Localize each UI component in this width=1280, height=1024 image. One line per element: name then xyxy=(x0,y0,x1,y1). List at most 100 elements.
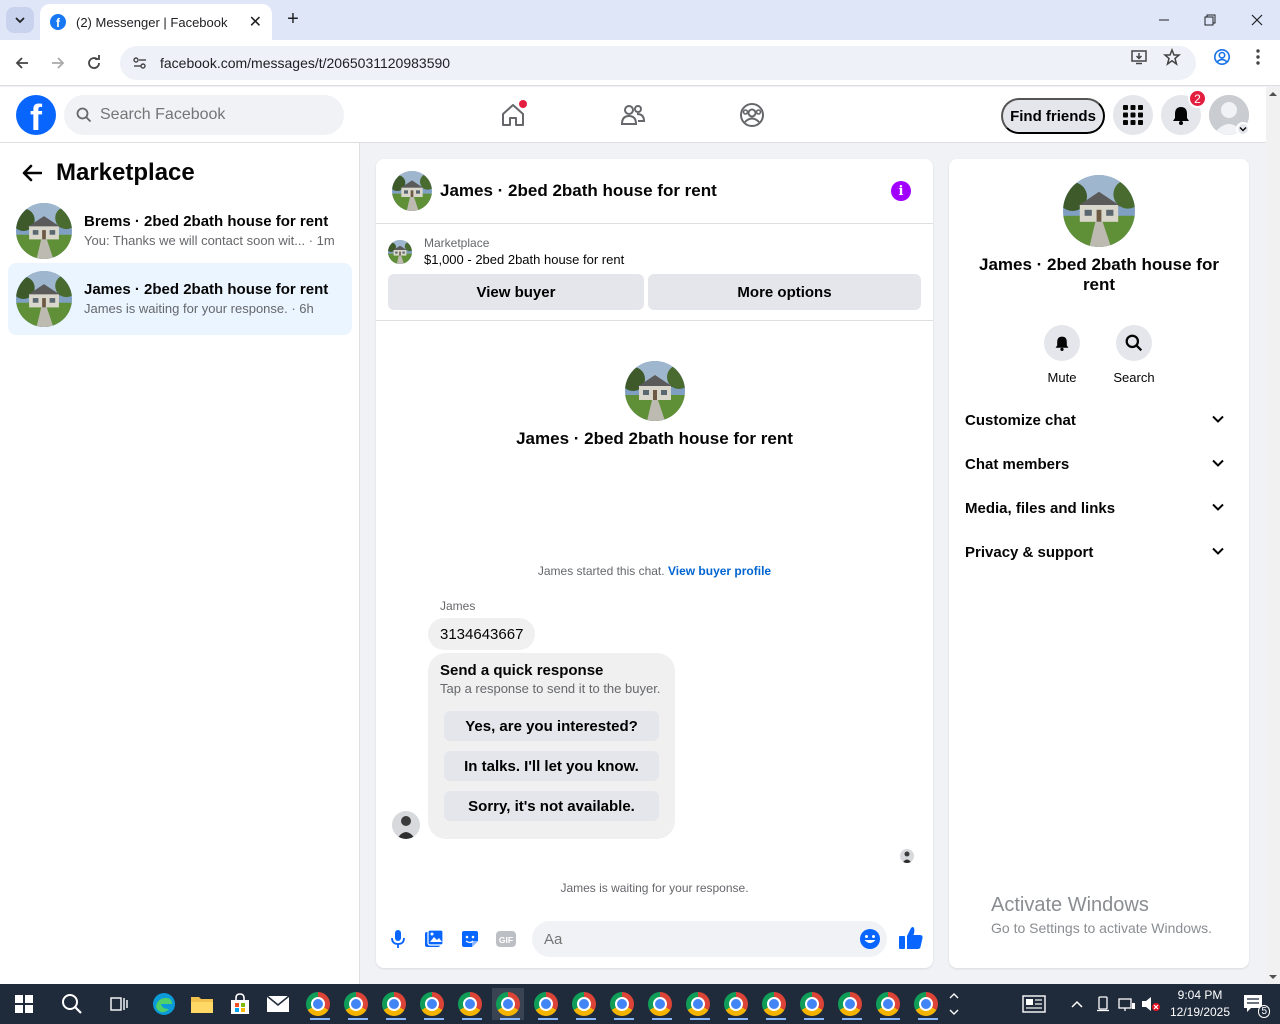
site-settings-icon[interactable] xyxy=(132,55,148,71)
listing-summary[interactable]: Marketplace $1,000 - 2bed 2bath house fo… xyxy=(388,235,624,269)
scroll-down-icon[interactable] xyxy=(1266,970,1280,984)
store-app[interactable] xyxy=(224,988,256,1020)
system-clock[interactable]: 9:04 PM 12/19/2025 xyxy=(1164,987,1236,1021)
chrome-window[interactable] xyxy=(644,988,676,1020)
taskbar-search-button[interactable] xyxy=(56,988,88,1020)
tab-search-button[interactable] xyxy=(6,7,34,33)
media-files-links-section[interactable]: Media, files and links xyxy=(957,488,1241,528)
scroll-up-icon[interactable] xyxy=(1266,87,1280,101)
page-scrollbar[interactable] xyxy=(1266,87,1280,984)
more-options-button[interactable]: More options xyxy=(648,274,921,310)
chrome-window[interactable] xyxy=(720,988,752,1020)
chat-avatar[interactable] xyxy=(392,171,432,211)
mail-app[interactable] xyxy=(262,988,294,1020)
search-conversation-button[interactable]: Search xyxy=(1104,325,1164,385)
chrome-window[interactable] xyxy=(910,988,942,1020)
thumbs-up-icon[interactable] xyxy=(898,925,924,951)
emoji-icon[interactable] xyxy=(859,928,881,950)
chat-title[interactable]: James · 2bed 2bath house for rent xyxy=(440,181,717,201)
close-tab-icon[interactable]: ✕ xyxy=(249,12,262,32)
home-nav-button[interactable] xyxy=(497,99,529,131)
chrome-window[interactable] xyxy=(606,988,638,1020)
chrome-window[interactable] xyxy=(416,988,448,1020)
message-composer[interactable] xyxy=(532,921,887,957)
chevron-down-icon xyxy=(15,17,25,24)
bookmark-star-icon[interactable] xyxy=(1163,48,1181,66)
friends-nav-button[interactable] xyxy=(617,99,649,131)
back-to-chats-button[interactable] xyxy=(16,157,48,189)
voice-clip-button[interactable] xyxy=(386,927,410,951)
find-friends-button[interactable]: Find friends xyxy=(1001,98,1105,134)
facebook-logo-icon[interactable]: f xyxy=(16,95,56,135)
new-tab-button[interactable]: + xyxy=(282,8,304,30)
chrome-window-active[interactable] xyxy=(492,988,524,1020)
chat-members-section[interactable]: Chat members xyxy=(957,444,1241,484)
conversation-item[interactable]: Brems · 2bed 2bath house for rent You: T… xyxy=(8,195,352,267)
conversation-item-active[interactable]: James · 2bed 2bath house for rent James … xyxy=(8,263,352,335)
url-omnibox[interactable]: facebook.com/messages/t/2065031120983590 xyxy=(120,46,1196,80)
view-buyer-button[interactable]: View buyer xyxy=(388,274,644,310)
chrome-window[interactable] xyxy=(378,988,410,1020)
view-buyer-profile-link[interactable]: View buyer profile xyxy=(668,564,771,578)
menu-button[interactable] xyxy=(1113,95,1153,135)
quick-reply-button[interactable]: Yes, are you interested? xyxy=(444,711,659,741)
message-bubble[interactable]: 3134643667 xyxy=(428,618,536,650)
sticker-button[interactable] xyxy=(458,927,482,951)
gif-button[interactable]: GIF xyxy=(494,927,518,951)
restore-button[interactable] xyxy=(1190,8,1230,32)
device-tray-icon[interactable] xyxy=(1092,988,1114,1020)
chrome-window[interactable] xyxy=(758,988,790,1020)
quick-reply-button[interactable]: Sorry, it's not available. xyxy=(444,791,659,821)
browser-tab[interactable]: f (2) Messenger | Facebook ✕ xyxy=(40,4,272,40)
attach-photo-button[interactable] xyxy=(422,927,446,951)
chrome-window[interactable] xyxy=(796,988,828,1020)
browser-menu-icon[interactable] xyxy=(1249,48,1267,66)
edge-app[interactable] xyxy=(148,988,180,1020)
back-button[interactable] xyxy=(10,51,34,75)
news-icon xyxy=(1022,995,1046,1013)
chrome-window[interactable] xyxy=(568,988,600,1020)
chrome-window[interactable] xyxy=(682,988,714,1020)
show-hidden-icons-button[interactable] xyxy=(1062,988,1092,1020)
account-chevron-icon[interactable] xyxy=(1236,122,1250,136)
facebook-search[interactable] xyxy=(64,95,344,135)
install-app-icon[interactable] xyxy=(1130,48,1148,66)
close-window-button[interactable] xyxy=(1237,8,1277,32)
chrome-window[interactable] xyxy=(302,988,334,1020)
conversation-info-icon[interactable]: i xyxy=(891,181,911,201)
forward-button[interactable] xyxy=(46,51,70,75)
groups-icon xyxy=(740,103,764,127)
taskbar-overflow-scroll[interactable] xyxy=(946,988,962,1020)
start-button[interactable] xyxy=(8,988,40,1020)
reload-button[interactable] xyxy=(82,51,106,75)
search-icon xyxy=(62,994,82,1014)
sender-avatar[interactable] xyxy=(392,811,420,839)
chrome-icon xyxy=(496,992,520,1016)
file-explorer-app[interactable] xyxy=(186,988,218,1020)
groups-nav-button[interactable] xyxy=(736,99,768,131)
microphone-icon xyxy=(391,930,405,948)
task-view-button[interactable] xyxy=(103,988,135,1020)
chrome-window[interactable] xyxy=(340,988,372,1020)
tab-title: (2) Messenger | Facebook xyxy=(76,14,228,30)
quick-reply-button[interactable]: In talks. I'll let you know. xyxy=(444,751,659,781)
profile-icon[interactable] xyxy=(1213,48,1231,66)
minimize-button[interactable] xyxy=(1144,8,1184,32)
listing-label: Marketplace xyxy=(424,236,490,250)
search-input[interactable] xyxy=(100,106,320,124)
network-icon[interactable] xyxy=(1116,988,1138,1020)
privacy-support-section[interactable]: Privacy & support xyxy=(957,532,1241,572)
chevron-down-icon xyxy=(1212,547,1224,555)
notifications-button[interactable]: 2 xyxy=(1161,89,1207,135)
gif-icon: GIF xyxy=(496,931,516,947)
customize-chat-section[interactable]: Customize chat xyxy=(957,400,1241,440)
mute-button[interactable]: Mute xyxy=(1032,325,1092,385)
action-center-button[interactable]: 5 xyxy=(1238,988,1270,1020)
message-input[interactable] xyxy=(544,930,844,948)
volume-muted-icon[interactable] xyxy=(1140,988,1162,1020)
chrome-window[interactable] xyxy=(834,988,866,1020)
chrome-window[interactable] xyxy=(454,988,486,1020)
chrome-window[interactable] xyxy=(530,988,562,1020)
chrome-window[interactable] xyxy=(872,988,904,1020)
news-widget-button[interactable] xyxy=(1018,988,1050,1020)
